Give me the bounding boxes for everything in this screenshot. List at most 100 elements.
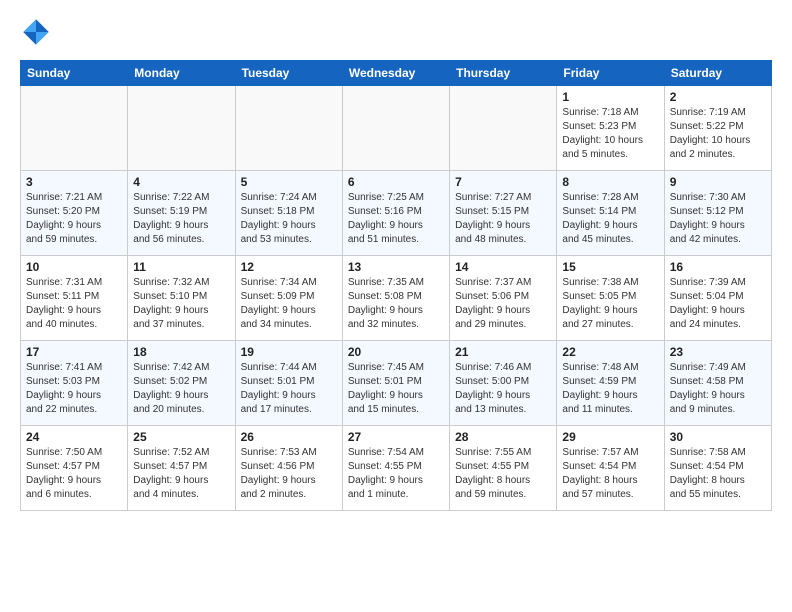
day-number: 21 — [455, 345, 551, 359]
calendar-cell-1-7: 2 Sunrise: 7:19 AMSunset: 5:22 PMDaylight… — [664, 86, 771, 171]
day-info: Sunrise: 7:49 AMSunset: 4:58 PMDaylight:… — [670, 361, 766, 417]
day-info: Sunrise: 7:19 AMSunset: 5:22 PMDaylight:… — [670, 106, 766, 162]
day-info: Sunrise: 7:27 AMSunset: 5:15 PMDaylight:… — [455, 191, 551, 247]
day-info: Sunrise: 7:34 AMSunset: 5:09 PMDaylight:… — [241, 276, 337, 332]
calendar-cell-3-2: 11 Sunrise: 7:32 AMSunset: 5:10 PMDayligh… — [128, 256, 235, 341]
calendar-cell-4-4: 20 Sunrise: 7:45 AMSunset: 5:01 PMDayligh… — [342, 341, 449, 426]
day-number: 14 — [455, 260, 551, 274]
calendar-cell-3-3: 12Sunrise: 7:34 AMSunset: 5:09 PMDayligh… — [235, 256, 342, 341]
day-number: 1 — [562, 90, 658, 104]
weekday-header-tuesday: Tuesday — [235, 61, 342, 86]
day-number: 13 — [348, 260, 444, 274]
week-row-1: 1 Sunrise: 7:18 AMSunset: 5:23 PMDaylight… — [21, 86, 772, 171]
day-info: Sunrise: 7:30 AMSunset: 5:12 PMDaylight:… — [670, 191, 766, 247]
calendar-cell-4-1: 17Sunrise: 7:41 AMSunset: 5:03 PMDayligh… — [21, 341, 128, 426]
day-number: 16 — [670, 260, 766, 274]
day-info: Sunrise: 7:24 AMSunset: 5:18 PMDaylight:… — [241, 191, 337, 247]
calendar-cell-2-3: 5 Sunrise: 7:24 AMSunset: 5:18 PMDaylight… — [235, 171, 342, 256]
week-row-3: 10Sunrise: 7:31 AMSunset: 5:11 PMDayligh… — [21, 256, 772, 341]
day-number: 5 — [241, 175, 337, 189]
day-info: Sunrise: 7:37 AMSunset: 5:06 PMDaylight:… — [455, 276, 551, 332]
calendar-cell-2-5: 7 Sunrise: 7:27 AMSunset: 5:15 PMDaylight… — [450, 171, 557, 256]
calendar-cell-3-7: 16 Sunrise: 7:39 AMSunset: 5:04 PMDayligh… — [664, 256, 771, 341]
calendar-cell-1-2 — [128, 86, 235, 171]
weekday-header-saturday: Saturday — [664, 61, 771, 86]
calendar-cell-2-7: 9 Sunrise: 7:30 AMSunset: 5:12 PMDaylight… — [664, 171, 771, 256]
day-info: Sunrise: 7:50 AMSunset: 4:57 PMDaylight:… — [26, 446, 122, 502]
calendar-cell-2-6: 8 Sunrise: 7:28 AMSunset: 5:14 PMDaylight… — [557, 171, 664, 256]
day-info: Sunrise: 7:55 AMSunset: 4:55 PMDaylight:… — [455, 446, 551, 502]
day-number: 28 — [455, 430, 551, 444]
logo — [20, 16, 56, 48]
day-number: 29 — [562, 430, 658, 444]
day-number: 19 — [241, 345, 337, 359]
calendar-cell-4-3: 19 Sunrise: 7:44 AMSunset: 5:01 PMDayligh… — [235, 341, 342, 426]
calendar-cell-5-6: 29 Sunrise: 7:57 AMSunset: 4:54 PMDayligh… — [557, 426, 664, 511]
calendar-cell-5-7: 30 Sunrise: 7:58 AMSunset: 4:54 PMDayligh… — [664, 426, 771, 511]
calendar-cell-5-5: 28 Sunrise: 7:55 AMSunset: 4:55 PMDayligh… — [450, 426, 557, 511]
weekday-header-sunday: Sunday — [21, 61, 128, 86]
day-number: 6 — [348, 175, 444, 189]
day-number: 8 — [562, 175, 658, 189]
day-info: Sunrise: 7:31 AMSunset: 5:11 PMDaylight:… — [26, 276, 122, 332]
calendar-cell-4-6: 22 Sunrise: 7:48 AMSunset: 4:59 PMDayligh… — [557, 341, 664, 426]
day-number: 26 — [241, 430, 337, 444]
page: SundayMondayTuesdayWednesdayThursdayFrid… — [0, 0, 792, 527]
calendar-cell-4-7: 23 Sunrise: 7:49 AMSunset: 4:58 PMDayligh… — [664, 341, 771, 426]
weekday-header-monday: Monday — [128, 61, 235, 86]
day-info: Sunrise: 7:38 AMSunset: 5:05 PMDaylight:… — [562, 276, 658, 332]
day-number: 22 — [562, 345, 658, 359]
calendar-cell-5-1: 24 Sunrise: 7:50 AMSunset: 4:57 PMDayligh… — [21, 426, 128, 511]
day-info: Sunrise: 7:44 AMSunset: 5:01 PMDaylight:… — [241, 361, 337, 417]
day-info: Sunrise: 7:53 AMSunset: 4:56 PMDaylight:… — [241, 446, 337, 502]
calendar-cell-5-3: 26 Sunrise: 7:53 AMSunset: 4:56 PMDayligh… — [235, 426, 342, 511]
calendar-cell-3-4: 13 Sunrise: 7:35 AMSunset: 5:08 PMDayligh… — [342, 256, 449, 341]
day-number: 20 — [348, 345, 444, 359]
calendar-cell-2-1: 3 Sunrise: 7:21 AMSunset: 5:20 PMDaylight… — [21, 171, 128, 256]
calendar-cell-1-1 — [21, 86, 128, 171]
day-info: Sunrise: 7:21 AMSunset: 5:20 PMDaylight:… — [26, 191, 122, 247]
day-number: 24 — [26, 430, 122, 444]
day-number: 25 — [133, 430, 229, 444]
day-number: 18 — [133, 345, 229, 359]
day-number: 9 — [670, 175, 766, 189]
day-number: 3 — [26, 175, 122, 189]
weekday-header-row: SundayMondayTuesdayWednesdayThursdayFrid… — [21, 61, 772, 86]
day-number: 11 — [133, 260, 229, 274]
calendar-cell-1-5 — [450, 86, 557, 171]
week-row-2: 3 Sunrise: 7:21 AMSunset: 5:20 PMDaylight… — [21, 171, 772, 256]
day-number: 15 — [562, 260, 658, 274]
weekday-header-wednesday: Wednesday — [342, 61, 449, 86]
calendar-table: SundayMondayTuesdayWednesdayThursdayFrid… — [20, 60, 772, 511]
day-info: Sunrise: 7:54 AMSunset: 4:55 PMDaylight:… — [348, 446, 444, 502]
day-info: Sunrise: 7:57 AMSunset: 4:54 PMDaylight:… — [562, 446, 658, 502]
calendar-cell-4-2: 18Sunrise: 7:42 AMSunset: 5:02 PMDayligh… — [128, 341, 235, 426]
weekday-header-friday: Friday — [557, 61, 664, 86]
calendar-cell-1-6: 1 Sunrise: 7:18 AMSunset: 5:23 PMDaylight… — [557, 86, 664, 171]
day-info: Sunrise: 7:45 AMSunset: 5:01 PMDaylight:… — [348, 361, 444, 417]
day-info: Sunrise: 7:58 AMSunset: 4:54 PMDaylight:… — [670, 446, 766, 502]
day-info: Sunrise: 7:48 AMSunset: 4:59 PMDaylight:… — [562, 361, 658, 417]
day-number: 7 — [455, 175, 551, 189]
day-info: Sunrise: 7:32 AMSunset: 5:10 PMDaylight:… — [133, 276, 229, 332]
day-number: 2 — [670, 90, 766, 104]
day-info: Sunrise: 7:39 AMSunset: 5:04 PMDaylight:… — [670, 276, 766, 332]
day-info: Sunrise: 7:35 AMSunset: 5:08 PMDaylight:… — [348, 276, 444, 332]
day-info: Sunrise: 7:41 AMSunset: 5:03 PMDaylight:… — [26, 361, 122, 417]
calendar-cell-3-6: 15 Sunrise: 7:38 AMSunset: 5:05 PMDayligh… — [557, 256, 664, 341]
calendar-cell-1-4 — [342, 86, 449, 171]
day-info: Sunrise: 7:52 AMSunset: 4:57 PMDaylight:… — [133, 446, 229, 502]
day-number: 23 — [670, 345, 766, 359]
day-info: Sunrise: 7:25 AMSunset: 5:16 PMDaylight:… — [348, 191, 444, 247]
header — [20, 16, 772, 48]
calendar-cell-1-3 — [235, 86, 342, 171]
day-info: Sunrise: 7:18 AMSunset: 5:23 PMDaylight:… — [562, 106, 658, 162]
calendar-cell-2-4: 6 Sunrise: 7:25 AMSunset: 5:16 PMDaylight… — [342, 171, 449, 256]
calendar-cell-5-2: 25 Sunrise: 7:52 AMSunset: 4:57 PMDayligh… — [128, 426, 235, 511]
calendar-cell-5-4: 27Sunrise: 7:54 AMSunset: 4:55 PMDayligh… — [342, 426, 449, 511]
calendar-cell-3-5: 14 Sunrise: 7:37 AMSunset: 5:06 PMDayligh… — [450, 256, 557, 341]
day-info: Sunrise: 7:28 AMSunset: 5:14 PMDaylight:… — [562, 191, 658, 247]
week-row-4: 17Sunrise: 7:41 AMSunset: 5:03 PMDayligh… — [21, 341, 772, 426]
day-number: 30 — [670, 430, 766, 444]
day-info: Sunrise: 7:22 AMSunset: 5:19 PMDaylight:… — [133, 191, 229, 247]
